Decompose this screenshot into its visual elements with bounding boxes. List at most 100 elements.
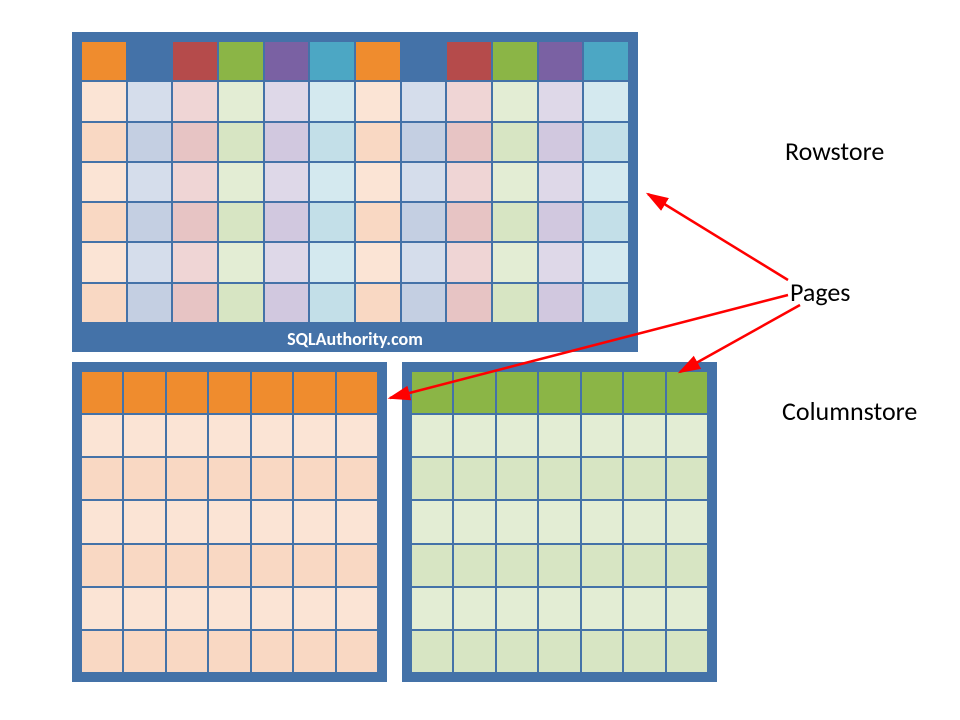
rowstore-cell (219, 243, 263, 281)
columnstore-cell (624, 372, 664, 413)
columnstore-cell (82, 415, 122, 456)
rowstore-cell (447, 243, 491, 281)
columnstore-cell (539, 631, 579, 672)
columnstore-cell (412, 588, 452, 629)
rowstore-cell (402, 243, 446, 281)
columnstore-cell (454, 415, 494, 456)
rowstore-cell (493, 163, 537, 201)
columnstore-cell (209, 501, 249, 542)
rowstore-cell (402, 82, 446, 120)
columnstore-cell (124, 501, 164, 542)
rowstore-cell (265, 203, 309, 241)
columnstore-cell (294, 458, 334, 499)
columnstore-cell (624, 415, 664, 456)
columnstore-cell (582, 372, 622, 413)
columnstore-cell (497, 631, 537, 672)
columnstore-cell (124, 372, 164, 413)
columnstore-cell (82, 501, 122, 542)
rowstore-cell (219, 284, 263, 322)
rowstore-cell (219, 82, 263, 120)
rowstore-cell (584, 42, 628, 80)
rowstore-cell (173, 82, 217, 120)
rowstore-cell (82, 82, 126, 120)
rowstore-cell (310, 42, 354, 80)
rowstore-cell (310, 203, 354, 241)
watermark-text: SQLAuthority.com (287, 328, 423, 350)
columnstore-cell (667, 545, 707, 586)
rowstore-cell (539, 82, 583, 120)
columnstore-cell (167, 501, 207, 542)
columnstore-grid-orange (82, 372, 377, 672)
rowstore-cell (219, 163, 263, 201)
rowstore-cell (310, 163, 354, 201)
rowstore-cell (402, 203, 446, 241)
columnstore-cell (539, 372, 579, 413)
rowstore-cell (356, 203, 400, 241)
columnstore-cell (167, 588, 207, 629)
columnstore-cell (82, 372, 122, 413)
columnstore-cell (454, 458, 494, 499)
columnstore-cell (667, 415, 707, 456)
rowstore-cell (310, 82, 354, 120)
columnstore-cell (82, 588, 122, 629)
columnstore-cell (539, 588, 579, 629)
columnstore-cell (294, 545, 334, 586)
columnstore-cell (167, 545, 207, 586)
rowstore-cell (584, 243, 628, 281)
columnstore-cell (294, 501, 334, 542)
columnstore-cell (412, 458, 452, 499)
columnstore-cell (209, 458, 249, 499)
rowstore-cell (584, 203, 628, 241)
rowstore-cell (128, 284, 172, 322)
rowstore-cell (539, 203, 583, 241)
rowstore-cell (356, 82, 400, 120)
rowstore-cell (310, 123, 354, 161)
rowstore-label: Rowstore (785, 135, 884, 167)
rowstore-cell (128, 123, 172, 161)
rowstore-cell (447, 203, 491, 241)
columnstore-cell (454, 372, 494, 413)
columnstore-cell (497, 372, 537, 413)
columnstore-cell (582, 588, 622, 629)
columnstore-cell (624, 501, 664, 542)
rowstore-cell (82, 243, 126, 281)
columnstore-page-orange (72, 362, 387, 682)
columnstore-cell (337, 415, 377, 456)
columnstore-cell (497, 588, 537, 629)
arrow-pages-to-rowstore (648, 194, 788, 280)
rowstore-cell (173, 284, 217, 322)
rowstore-cell (128, 243, 172, 281)
columnstore-cell (294, 631, 334, 672)
rowstore-cell (82, 42, 126, 80)
columnstore-cell (582, 545, 622, 586)
columnstore-cell (337, 631, 377, 672)
columnstore-cell (497, 415, 537, 456)
rowstore-cell (82, 284, 126, 322)
rowstore-cell (447, 42, 491, 80)
rowstore-cell (265, 243, 309, 281)
columnstore-cell (624, 545, 664, 586)
columnstore-cell (539, 458, 579, 499)
rowstore-cell (539, 42, 583, 80)
rowstore-cell (584, 284, 628, 322)
rowstore-cell (128, 163, 172, 201)
rowstore-cell (493, 203, 537, 241)
rowstore-cell (584, 123, 628, 161)
columnstore-cell (252, 631, 292, 672)
columnstore-cell (337, 545, 377, 586)
columnstore-cell (412, 545, 452, 586)
rowstore-cell (493, 42, 537, 80)
rowstore-cell (173, 243, 217, 281)
rowstore-cell (128, 82, 172, 120)
rowstore-cell (173, 42, 217, 80)
columnstore-cell (252, 372, 292, 413)
columnstore-cell (539, 501, 579, 542)
rowstore-cell (493, 82, 537, 120)
rowstore-cell (173, 163, 217, 201)
columnstore-cell (539, 415, 579, 456)
columnstore-cell (124, 545, 164, 586)
columnstore-cell (124, 458, 164, 499)
rowstore-cell (539, 163, 583, 201)
rowstore-cell (310, 243, 354, 281)
columnstore-cell (252, 501, 292, 542)
